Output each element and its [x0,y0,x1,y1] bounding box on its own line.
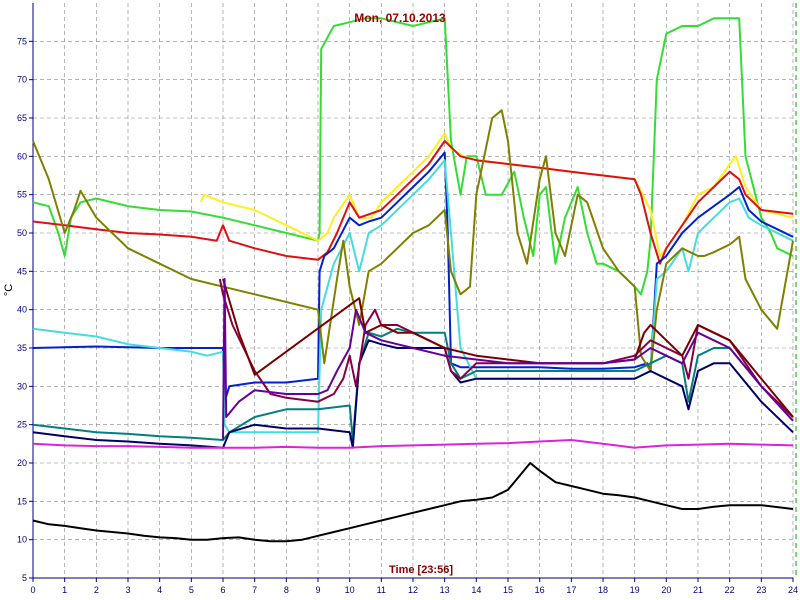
y-tick-label: 20 [17,458,27,468]
x-tick-label: 6 [220,585,225,595]
x-tick-label: 16 [535,585,545,595]
x-tick-label: 13 [440,585,450,595]
temperature-chart: 0 1 2 3 4 5 6 7 8 9 10 11 12 13 14 15 16 17 18 19 20 21 22 23 24… [0,0,800,600]
y-tick-label: 10 [17,535,27,545]
chart-background [0,0,800,600]
x-tick-label: 14 [471,585,481,595]
x-tick-label: 19 [630,585,640,595]
x-tick-label: 11 [377,585,386,595]
y-tick-label: 70 [17,75,27,85]
x-tick-label: 18 [598,585,608,595]
y-tick-labels: 5 10 15 20 25 30 35 40 45 50 55 60 65 70 75 [17,36,27,583]
y-tick-label: 65 [17,113,27,123]
x-tick-label: 7 [252,585,257,595]
x-tick-label: 5 [189,585,194,595]
y-axis-label: °C [3,284,15,296]
x-tick-label: 22 [725,585,735,595]
x-tick-label: 2 [94,585,99,595]
x-tick-label: 23 [756,585,766,595]
x-tick-label: 12 [408,585,418,595]
x-tick-label: 1 [62,585,67,595]
y-tick-label: 15 [17,496,27,506]
x-tick-label: 3 [125,585,130,595]
x-tick-label: 15 [503,585,513,595]
x-tick-label: 0 [30,585,35,595]
x-tick-label: 17 [566,585,576,595]
y-tick-label: 25 [17,420,27,430]
x-tick-label: 4 [157,585,162,595]
y-tick-label: 75 [17,36,27,46]
x-tick-label: 8 [284,585,289,595]
x-tick-label: 24 [788,585,798,595]
y-tick-label: 50 [17,228,27,238]
x-tick-label: 10 [345,585,355,595]
y-tick-label: 5 [22,573,27,583]
y-tick-label: 30 [17,381,27,391]
x-tick-label: 21 [693,585,703,595]
x-tick-label: 20 [661,585,671,595]
x-axis-label: Time [23:56] [389,564,453,576]
y-tick-label: 60 [17,151,27,161]
y-tick-label: 55 [17,190,27,200]
y-tick-label: 40 [17,305,27,315]
y-tick-label: 45 [17,266,27,276]
x-tick-label: 9 [315,585,320,595]
y-tick-label: 35 [17,343,27,353]
chart-title: Mon, 07.10.2013 [354,11,446,25]
